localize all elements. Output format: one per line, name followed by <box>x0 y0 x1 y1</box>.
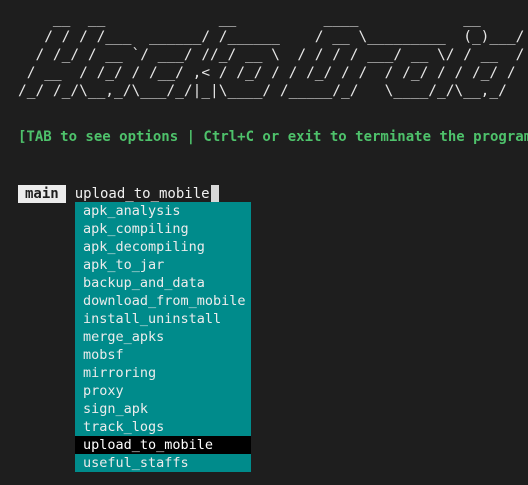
command-input[interactable]: upload_to_mobile <box>75 185 210 203</box>
completion-item-mirroring[interactable]: mirroring <box>75 364 251 382</box>
completion-item-download-from-mobile[interactable]: download_from_mobile <box>75 292 251 310</box>
completion-item-upload-to-mobile[interactable]: upload_to_mobile <box>75 436 251 454</box>
usage-hint: [TAB to see options | Ctrl+C or exit to … <box>18 129 528 145</box>
completion-item-track-logs[interactable]: track_logs <box>75 418 251 436</box>
completion-item-merge-apks[interactable]: merge_apks <box>75 328 251 346</box>
completion-item-sign-apk[interactable]: sign_apk <box>75 400 251 418</box>
completion-item-apk-analysis[interactable]: apk_analysis <box>75 202 251 220</box>
terminal-window[interactable]: __ __ __ ____ __ / / / /___ ______/ /___… <box>0 0 528 485</box>
completion-item-mobsf[interactable]: mobsf <box>75 346 251 364</box>
command-prompt[interactable]: main upload_to_mobile <box>18 184 219 203</box>
completion-item-backup-and-data[interactable]: backup_and_data <box>75 274 251 292</box>
completion-item-install-uninstall[interactable]: install_uninstall <box>75 310 251 328</box>
completion-item-useful-staffs[interactable]: useful_staffs <box>75 454 251 472</box>
prompt-context-badge: main <box>18 184 66 203</box>
completion-item-apk-compiling[interactable]: apk_compiling <box>75 220 251 238</box>
completion-item-apk-decompiling[interactable]: apk_decompiling <box>75 238 251 256</box>
autocomplete-menu[interactable]: apk_analysis apk_compiling apk_decompili… <box>75 202 251 472</box>
text-cursor <box>210 185 219 202</box>
completion-item-apk-to-jar[interactable]: apk_to_jar <box>75 256 251 274</box>
completion-item-proxy[interactable]: proxy <box>75 382 251 400</box>
ascii-art-banner: __ __ __ ____ __ / / / /___ ______/ /___… <box>18 11 525 99</box>
